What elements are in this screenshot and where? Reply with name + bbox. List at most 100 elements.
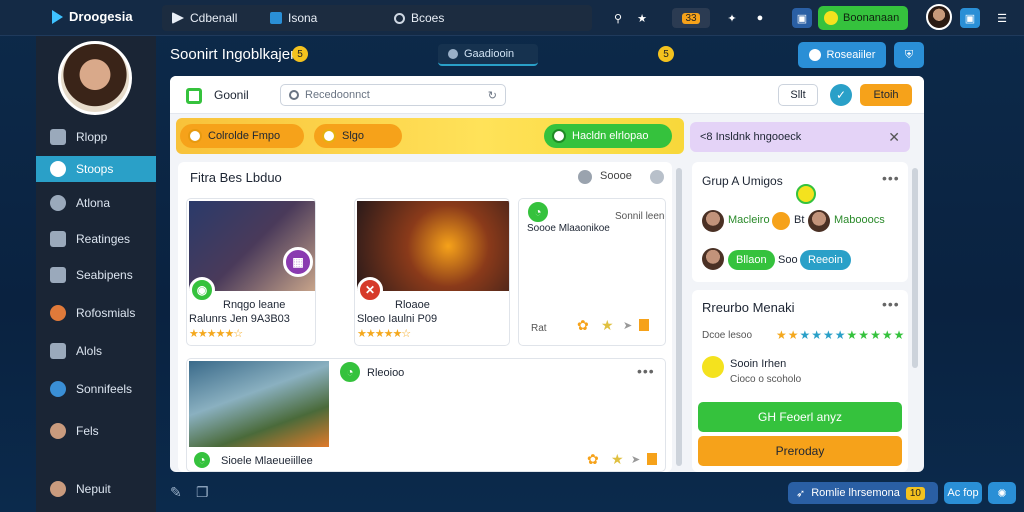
close-icon[interactable]: ✕	[888, 129, 900, 146]
member-avatar[interactable]	[702, 248, 724, 270]
sidebar-item-sonnifeels[interactable]: Sonnifeels	[36, 376, 156, 402]
sidebar-item-label: Nepuit	[76, 482, 111, 496]
user-avatar[interactable]	[926, 4, 952, 30]
user-icon	[50, 381, 66, 397]
member-avatar[interactable]	[808, 210, 830, 232]
action-button[interactable]: Boonanaan	[818, 6, 908, 30]
star-icon	[552, 129, 566, 143]
sidebar-item-label: Sonnifeels	[76, 382, 133, 396]
leaf-badge-icon: ◔	[191, 449, 213, 471]
cloud-icon[interactable]	[650, 170, 664, 184]
sidebar-item-fels[interactable]: Fels	[36, 418, 156, 444]
status-pill[interactable]: ➶ Romlie lhrsemona 10	[788, 482, 938, 504]
group-title: Grup A Umigos	[702, 174, 783, 188]
tab-isona[interactable]: Isona	[270, 5, 317, 31]
gear-icon: ✺	[997, 487, 1007, 500]
orange-action-button[interactable]: Preroday	[698, 436, 902, 466]
status-count: 10	[905, 486, 925, 500]
filter-all-button[interactable]: Sllt	[778, 84, 818, 106]
etoih-button[interactable]: Etoih	[860, 84, 912, 106]
feed-card[interactable]: ◉ ▦ Rnqgo leane Ralunrs Jen 9A3B03 ★★★★★…	[186, 198, 316, 346]
feed-card[interactable]: ◔ Sonnil leene Soooe Mlaaonikoe Rat ✿ ★ …	[518, 198, 666, 346]
feed-card[interactable]: ✕ Rloaoe Sloeo Iaulni P09 ★★★★★☆	[354, 198, 510, 346]
star-icon: ★★★★★	[846, 328, 906, 342]
sidebar-item-nepuit[interactable]: Nepuit	[36, 476, 156, 502]
card-image	[189, 361, 329, 447]
tab-gaadiooin[interactable]: Gaadiooin	[438, 44, 538, 66]
tab-label: Isona	[288, 11, 318, 25]
sidebar-item-label: Stoops	[76, 162, 114, 176]
sidebar-item-atlona[interactable]: Atlona	[36, 190, 156, 216]
tab-strip: Cdbenall Isona Bcoes	[162, 5, 592, 31]
member-tag: Reeoin	[800, 250, 851, 270]
check-button[interactable]: ✓	[830, 84, 852, 106]
feed-title: Fitra Bes Lbduo	[190, 170, 282, 185]
tab-cdbenall[interactable]: Cdbenall	[172, 5, 237, 31]
copy-icon[interactable]: ❐	[196, 484, 212, 500]
feed-panel: Fitra Bes Lbduo Soooe ◉ ▦ Rnqgo leane Ra…	[178, 162, 672, 472]
sidebar-item-stoops[interactable]: Stoops	[36, 156, 156, 182]
sidebar-item-alols[interactable]: Alols	[36, 338, 156, 364]
feed-card[interactable]: ◔ Rleoioo ••• ◔ Sioele Mlaeueiillee ✿ ★ …	[186, 358, 666, 472]
info-icon[interactable]	[578, 170, 592, 184]
star-icon[interactable]: ★	[632, 8, 652, 28]
image-icon	[50, 231, 66, 247]
notification-badge[interactable]: 33	[672, 8, 710, 28]
bell-icon[interactable]: ●	[750, 8, 770, 28]
tag-icon	[322, 129, 336, 143]
sidebar-item-label: Rofosmials	[76, 306, 136, 320]
member-tag: Bt	[794, 214, 805, 226]
coin-badge: 5	[658, 46, 674, 62]
gamepad-icon[interactable]: ✦	[722, 8, 742, 28]
pencil-icon[interactable]: ✎	[170, 484, 186, 500]
sidebar-item-label: Fels	[76, 424, 99, 438]
user-name: Sooin Irhen	[730, 358, 787, 370]
message-icon	[50, 267, 66, 283]
top-bar: Droogesia Cdbenall Isona Bcoes ⚲ ★ 33 ✦ …	[0, 0, 1024, 36]
green-action-button[interactable]: GH Feoerl anyz	[698, 402, 902, 432]
grid-icon	[50, 129, 66, 145]
member-name: Soo	[778, 254, 798, 266]
card-subtitle: Sioele Mlaeueiillee	[221, 455, 313, 467]
star-rating[interactable]: ★★★★★★★★★★★	[776, 328, 905, 342]
search-input[interactable]: Recedoonnct ↻	[280, 84, 506, 106]
sidebar-item-rlopp[interactable]: Rlopp	[36, 124, 156, 150]
bottom-button[interactable]: Ac fop	[944, 482, 982, 504]
button-label: Roseaiiler	[826, 49, 876, 61]
card-subtitle: Sonnil leene	[615, 211, 666, 222]
chip-label: Colrolde Fmpo	[208, 130, 281, 142]
window-icon[interactable]: ▣	[792, 8, 812, 28]
refresh-icon[interactable]: ↻	[488, 89, 497, 102]
sidebar-item-reatinges[interactable]: Reatinges	[36, 226, 156, 252]
more-icon[interactable]: •••	[882, 170, 900, 186]
profile-avatar[interactable]	[58, 41, 132, 115]
sidebar-item-seabipens[interactable]: Seabipens	[36, 262, 156, 288]
bookmark-icon	[639, 319, 649, 331]
right-scrollbar[interactable]	[912, 168, 918, 368]
tab-label: Bcoes	[411, 11, 445, 25]
arrow-icon: ➤	[631, 454, 641, 466]
roseaiiler-button[interactable]: Roseaiiler	[798, 42, 886, 68]
app-brand[interactable]: Droogesia	[52, 9, 133, 24]
menu-icon[interactable]: ☰	[992, 8, 1012, 28]
window-icon[interactable]: ▣	[960, 8, 980, 28]
bag-icon	[50, 343, 66, 359]
feed-scrollbar[interactable]	[676, 168, 682, 466]
shield-button[interactable]: ⛨	[894, 42, 924, 68]
notification-bar[interactable]: <8 Insldnk hngooeck ✕	[690, 122, 910, 152]
filter-chip-3[interactable]: Hacldn elrlopao	[544, 124, 672, 148]
member-avatar[interactable]	[702, 210, 724, 232]
filter-chip-1[interactable]: Colrolde Fmpo	[180, 124, 304, 148]
card-subtitle: Sloeo Iaulni P09	[357, 313, 438, 325]
globe-icon	[808, 49, 821, 61]
leaf-badge-icon: ◔	[337, 359, 363, 385]
more-icon[interactable]: •••	[882, 296, 900, 312]
tab-bcoes[interactable]: Bcoes	[394, 5, 444, 31]
filter-chip-2[interactable]: Slgo	[314, 124, 402, 148]
sidebar-item-rofosmials[interactable]: Rofosmials	[36, 300, 156, 326]
settings-button[interactable]: ✺	[988, 482, 1016, 504]
gold-icon: ✿	[577, 317, 589, 333]
more-icon[interactable]: •••	[637, 363, 655, 379]
search-icon[interactable]: ⚲	[608, 8, 628, 28]
star-icon: ★	[601, 317, 614, 333]
